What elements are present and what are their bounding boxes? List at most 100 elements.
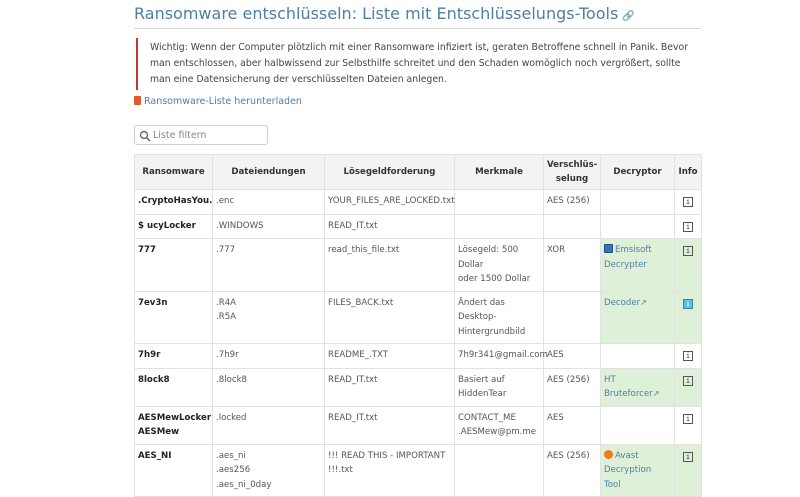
cell-info: i bbox=[674, 405, 702, 445]
search-box[interactable] bbox=[134, 125, 268, 145]
info-icon[interactable]: i bbox=[683, 375, 693, 386]
cell-ransom-note: FILES_BACK.txt bbox=[324, 290, 455, 344]
info-icon[interactable]: i bbox=[683, 298, 693, 309]
warning-text: Wichtig: Wenn der Computer plötzlich mit… bbox=[150, 42, 689, 85]
title-divider bbox=[134, 28, 701, 29]
header-features[interactable]: Merkmale bbox=[454, 154, 544, 190]
cell-features: Lösegeld: 500 Dollar oder 1500 Dollar bbox=[454, 238, 544, 292]
feature-line: Hintergrundbild bbox=[458, 326, 526, 337]
ransomware-name-line: AESMewLocker bbox=[138, 412, 212, 423]
cell-extensions: .777 bbox=[212, 238, 325, 292]
cell-ransom-note: READ_IT.txt bbox=[324, 405, 455, 445]
cell-extensions: .locked bbox=[212, 405, 325, 445]
cell-extensions: .R4A .R5A bbox=[212, 290, 325, 344]
cell-decryptor bbox=[600, 213, 675, 239]
decryptor-link-line: Tool bbox=[604, 479, 621, 490]
cell-info: i bbox=[674, 367, 702, 407]
page-title-text: Ransomware entschlüsseln: Liste mit Ents… bbox=[134, 4, 619, 23]
cell-info: i bbox=[674, 238, 702, 292]
decryptor-link-line: Decrypter bbox=[604, 259, 647, 270]
cell-info: i bbox=[674, 343, 702, 369]
cell-encryption: AES (256) bbox=[543, 367, 601, 407]
cell-info: i bbox=[674, 213, 702, 239]
page-title: Ransomware entschlüsseln: Liste mit Ents… bbox=[134, 4, 635, 23]
ransomware-table: Ransomware Dateiendungen Lösegeldforderu… bbox=[134, 154, 702, 497]
decryptor-link-decoder[interactable]: Decoder↗ bbox=[604, 298, 647, 308]
feature-line: .AESMew@pm.me bbox=[458, 427, 537, 437]
cell-decryptor: HT Bruteforcer↗ bbox=[600, 367, 675, 407]
info-icon[interactable]: i bbox=[683, 221, 693, 232]
cell-features: Basiert auf HiddenTear bbox=[454, 367, 544, 407]
link-icon[interactable]: 🔗 bbox=[622, 11, 634, 22]
feature-line: Lösegeld: 500 Dollar bbox=[458, 245, 519, 270]
feature-line: CONTACT_ME bbox=[458, 412, 516, 423]
cell-decryptor bbox=[600, 343, 675, 369]
cell-ransom-note: read_this_file.txt bbox=[324, 238, 455, 292]
header-decryptor[interactable]: Decryptor bbox=[600, 154, 675, 190]
avast-icon bbox=[604, 449, 613, 459]
table-header-row: Ransomware Dateiendungen Lösegeldforderu… bbox=[134, 154, 702, 190]
cell-features bbox=[454, 189, 544, 215]
extension-line: .R4A bbox=[216, 297, 237, 308]
cell-ransomware: 8lock8 bbox=[134, 367, 213, 407]
decryptor-link-line: Decryption bbox=[604, 465, 652, 475]
download-link[interactable]: Ransomware-Liste herunterladen bbox=[134, 96, 302, 107]
feature-line: Ändert das Desktop- bbox=[458, 297, 505, 323]
cell-encryption: AES (256) bbox=[543, 189, 601, 215]
cell-extensions: .enc bbox=[212, 189, 325, 215]
cell-ransomware: 777 bbox=[134, 238, 213, 292]
search-input[interactable] bbox=[153, 127, 263, 143]
info-icon[interactable]: i bbox=[683, 451, 693, 462]
info-icon[interactable]: i bbox=[683, 197, 693, 207]
table-row: 7h9r .7h9r README_.TXT 7h9r341@gmail.com… bbox=[134, 343, 702, 369]
cell-decryptor bbox=[600, 405, 675, 445]
warning-box: Wichtig: Wenn der Computer plötzlich mit… bbox=[136, 38, 695, 90]
decryptor-link-line: Emsisoft bbox=[615, 245, 652, 255]
cell-extensions: .WINDOWS bbox=[212, 213, 325, 239]
header-encryption[interactable]: Verschlüs-selung bbox=[543, 154, 601, 190]
cell-encryption: AES bbox=[543, 405, 601, 445]
info-icon[interactable]: i bbox=[683, 351, 693, 361]
info-icon[interactable]: i bbox=[683, 246, 693, 256]
external-link-icon: ↗ bbox=[640, 297, 647, 307]
info-icon[interactable]: i bbox=[683, 413, 693, 424]
extension-line: .aes256 bbox=[216, 465, 251, 475]
cell-encryption bbox=[543, 213, 601, 239]
cell-ransom-note: READ_IT.txt bbox=[324, 213, 455, 239]
header-ransom-note[interactable]: Lösegeldforderung bbox=[324, 154, 455, 190]
page: Ransomware entschlüsseln: Liste mit Ents… bbox=[0, 0, 800, 497]
cell-ransom-note: READ_IT.txt bbox=[324, 367, 455, 407]
table-row: 8lock8 .8lock8 READ_IT.txt Basiert auf Hi… bbox=[134, 367, 702, 407]
header-ransomware[interactable]: Ransomware bbox=[134, 154, 213, 190]
ransomware-name-line: AESMew bbox=[138, 427, 180, 437]
table-row: 7ev3n .R4A .R5A FILES_BACK.txt Ändert das… bbox=[134, 290, 702, 344]
search-icon bbox=[139, 130, 151, 142]
cell-info: i bbox=[674, 290, 702, 344]
cell-info: i bbox=[674, 189, 702, 215]
extension-line: .R5A bbox=[216, 312, 237, 322]
cell-features: 7h9r341@gmail.com bbox=[454, 343, 548, 369]
table-row: .CryptoHasYou. .enc YOUR_FILES_ARE_LOCKE… bbox=[134, 189, 702, 215]
cell-features: Ändert das Desktop- Hintergrundbild bbox=[454, 290, 544, 344]
header-encryption-line1: Verschlüs- bbox=[547, 160, 598, 170]
cell-ransomware: 7h9r bbox=[134, 343, 213, 369]
feature-line: HiddenTear bbox=[458, 389, 507, 399]
download-link-text[interactable]: Ransomware-Liste herunterladen bbox=[144, 96, 302, 107]
header-extensions[interactable]: Dateiendungen bbox=[212, 154, 325, 190]
decryptor-link-line: Avast bbox=[615, 450, 639, 461]
header-info[interactable]: Info bbox=[674, 154, 702, 190]
decryptor-link-line: Decoder bbox=[604, 297, 641, 308]
pdf-icon bbox=[134, 96, 141, 105]
cell-ransomware: .CryptoHasYou. bbox=[134, 189, 213, 215]
cell-encryption bbox=[543, 290, 601, 344]
cell-extensions: .8lock8 bbox=[212, 367, 325, 407]
decryptor-link-ht-bruteforcer[interactable]: HT Bruteforcer↗ bbox=[604, 375, 659, 400]
ransom-note-line: !!!.txt bbox=[328, 465, 353, 475]
extension-line: .aes_ni bbox=[216, 450, 246, 461]
cell-decryptor: Emsisoft Decrypter bbox=[600, 238, 675, 292]
feature-line: oder 1500 Dollar bbox=[458, 274, 531, 284]
table-row: $ ucyLocker .WINDOWS READ_IT.txt i bbox=[134, 213, 702, 239]
cell-ransomware: AESMewLocker AESMew bbox=[134, 405, 213, 445]
cell-encryption: AES bbox=[543, 343, 601, 369]
ransom-note-line: !!! READ THIS - IMPORTANT bbox=[328, 450, 446, 461]
